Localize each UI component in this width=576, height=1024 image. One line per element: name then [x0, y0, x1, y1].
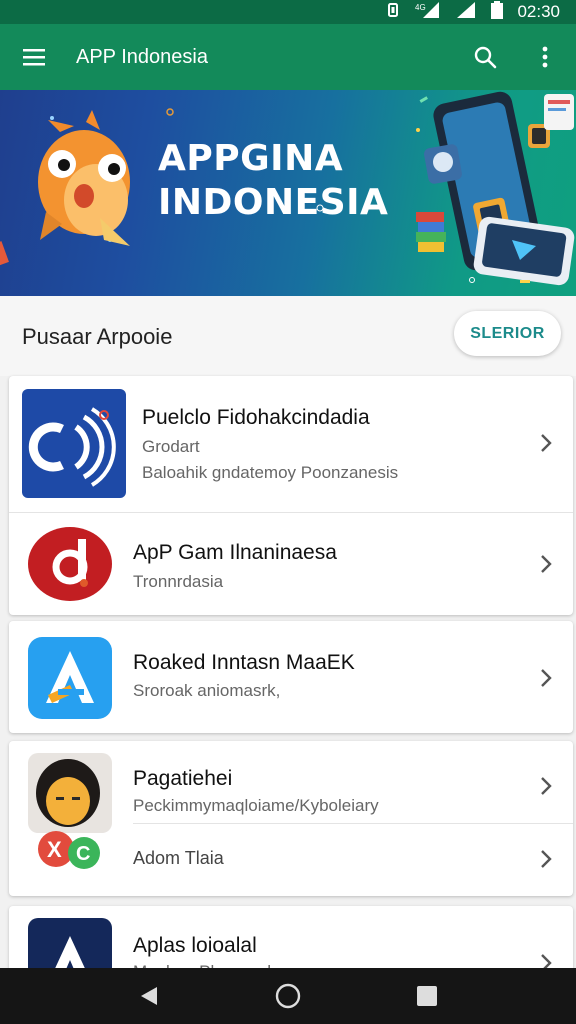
app-name: Puelclo Fidohakcindadia: [142, 406, 370, 429]
status-bar: 4G 02:30: [0, 0, 576, 24]
svg-text:4G: 4G: [415, 3, 426, 12]
app-icon: [28, 527, 112, 601]
app-list-card: Puelclo Fidohakcindadia Grodart Baloahik…: [9, 376, 573, 615]
app-bar-title: APP Indonesia: [76, 45, 208, 68]
back-icon[interactable]: [129, 976, 169, 1016]
status-time: 02:30: [517, 2, 560, 21]
app-name: ApP Gam Ilnaninaesa: [133, 541, 337, 564]
app-list-item[interactable]: ApP Gam Ilnaninaesa Tronnrdasia: [9, 513, 573, 615]
app-list-item[interactable]: Puelclo Fidohakcindadia Grodart Baloahik…: [9, 376, 573, 512]
hero-banner[interactable]: APPGINA INDONESIA: [0, 90, 576, 296]
app-category: Peckimmymaqloiame/Kyboleiary: [133, 796, 379, 815]
app-icon: [22, 389, 126, 498]
app-name: Pagatiehei: [133, 767, 233, 790]
section-title: Pusaar Arpooie: [22, 324, 173, 349]
chevron-right-icon: [541, 669, 552, 687]
section-header: Pusaar Arpooie SLERIOR: [0, 296, 576, 376]
chevron-right-icon: [541, 777, 552, 795]
app-description: Baloahik gndatemoy Poonzanesis: [142, 463, 399, 482]
system-nav-bar: [0, 968, 576, 1024]
app-category: Sroroak aniomasrk,: [133, 681, 281, 700]
battery-icon: [491, 0, 504, 24]
app-name: Aplas loioalal: [133, 934, 257, 957]
chevron-right-icon: [541, 434, 552, 452]
chevron-right-icon: [541, 555, 552, 573]
search-icon[interactable]: [456, 24, 514, 90]
app-icon: [28, 637, 112, 719]
banner-title-line1: APPGINA: [158, 138, 344, 179]
app-list-item[interactable]: X C Pagatiehei Peckimmymaqloiame/Kybolei…: [9, 741, 573, 869]
signal-icon: [455, 1, 477, 24]
wifi-signal-icon: 4G: [415, 1, 441, 24]
more-options-icon[interactable]: [514, 24, 576, 90]
vibrate-icon: [385, 2, 401, 23]
app-category: Tronnrdasia: [133, 572, 224, 591]
app-category: Grodart: [142, 437, 200, 456]
app-sub-item-label: Adom Tlaia: [133, 848, 224, 868]
app-sub-item[interactable]: Adom Tlaia: [9, 824, 573, 896]
chevron-right-icon: [541, 850, 552, 868]
app-list-item[interactable]: Roaked Inntasn MaaEK Sroroak aniomasrk,: [9, 621, 573, 733]
app-list-card: Roaked Inntasn MaaEK Sroroak aniomasrk,: [9, 621, 573, 733]
app-bar: APP Indonesia: [0, 24, 576, 90]
recents-icon[interactable]: [407, 976, 447, 1016]
menu-icon[interactable]: [0, 24, 68, 90]
app-name: Roaked Inntasn MaaEK: [133, 651, 355, 674]
banner-title-line2: INDONESIA: [158, 182, 389, 223]
home-icon[interactable]: [268, 976, 308, 1016]
section-action-button[interactable]: SLERIOR: [454, 311, 561, 356]
app-list-card: X C Pagatiehei Peckimmymaqloiame/Kybolei…: [9, 741, 573, 896]
